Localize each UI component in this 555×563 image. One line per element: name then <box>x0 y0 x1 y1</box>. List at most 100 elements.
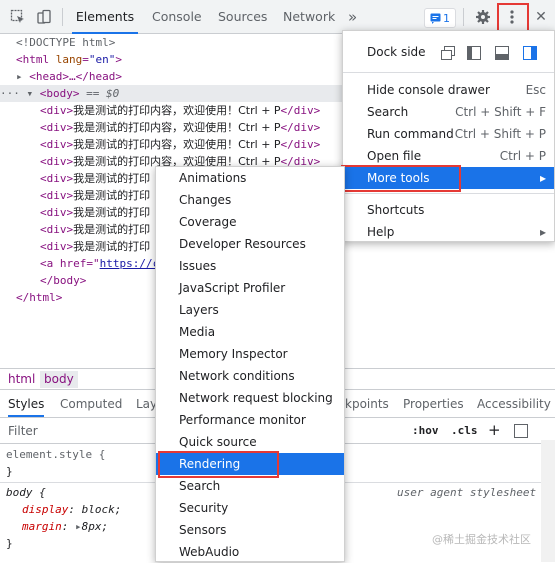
tool-issues[interactable]: Issues <box>156 255 344 277</box>
issues-count: 1 <box>443 11 450 25</box>
more-tabs-button[interactable]: » <box>348 0 357 34</box>
tool-developer-resources[interactable]: Developer Resources <box>156 233 344 255</box>
message-icon <box>430 13 441 24</box>
tab-network[interactable]: Network <box>283 0 335 34</box>
toggle-sidebar-icon[interactable] <box>514 424 528 438</box>
tool-label: Network request blocking <box>179 391 333 405</box>
tool-security[interactable]: Security <box>156 497 344 519</box>
body-close-line[interactable]: </body> <box>40 272 86 289</box>
html-close-tag: </html> <box>16 291 63 304</box>
inspect-element-icon[interactable] <box>9 8 27 26</box>
tool-animations[interactable]: Animations <box>156 167 344 189</box>
tab-properties[interactable]: Properties <box>403 392 464 417</box>
tool-webaudio[interactable]: WebAudio <box>156 541 344 561</box>
gear-icon[interactable] <box>474 8 492 26</box>
menu-item-run-command[interactable]: Run command Ctrl + Shift + P <box>343 123 554 145</box>
css-declaration[interactable]: display: block; <box>22 501 121 518</box>
html-close-line[interactable]: </html> <box>16 289 62 306</box>
filter-input[interactable]: Filter <box>8 424 38 438</box>
div-text: 我是测试的打印 <box>73 189 151 202</box>
div-line[interactable]: <div>我是测试的打印内容，欢迎使用！Ctrl + P</div> <box>40 136 320 153</box>
anchor-line[interactable]: <a href="https://c <box>40 255 159 272</box>
head-line[interactable]: ▸ <head>…</head> <box>16 68 122 85</box>
menu-item-label: Open file <box>367 149 422 163</box>
div-line[interactable]: <div>我是测试的打印 <box>40 170 150 187</box>
body-selector[interactable]: body { <box>6 484 46 501</box>
tab-styles[interactable]: Styles <box>8 392 45 417</box>
tool-network-conditions[interactable]: Network conditions <box>156 365 344 387</box>
tab-sources[interactable]: Sources <box>218 0 267 34</box>
tool-layers[interactable]: Layers <box>156 299 344 321</box>
customize-devtools-menu: Dock side Hide console drawer Esc Search C… <box>342 30 555 242</box>
tool-performance-monitor[interactable]: Performance monitor <box>156 409 344 431</box>
menu-item-shortcuts[interactable]: Shortcuts <box>343 199 554 221</box>
div-line[interactable]: <div>我是测试的打印内容，欢迎使用！Ctrl + P</div> <box>40 119 320 136</box>
tool-network-request-blocking[interactable]: Network request blocking <box>156 387 344 409</box>
tool-quick-source[interactable]: Quick source <box>156 431 344 453</box>
tab-elements[interactable]: Elements <box>72 0 138 34</box>
tab-layout[interactable]: Lay <box>136 392 157 417</box>
close-icon[interactable]: ✕ <box>532 8 550 26</box>
issues-badge[interactable]: 1 <box>424 8 456 28</box>
devtools-toolbar: Elements Console Sources Network » 1 ✕ <box>0 0 555 34</box>
element-style-selector[interactable]: element.style { <box>6 446 105 463</box>
device-toolbar-icon[interactable] <box>35 8 53 26</box>
new-rule-button[interactable]: + <box>488 421 501 439</box>
dock-left-icon[interactable] <box>467 45 481 60</box>
css-value: 8px; <box>81 520 109 533</box>
user-agent-stylesheet-label: user agent stylesheet <box>397 486 537 499</box>
menu-item-label: Hide console drawer <box>367 83 490 97</box>
menu-item-hide-console[interactable]: Hide console drawer Esc <box>343 79 554 101</box>
tool-label: Quick source <box>179 435 257 449</box>
tool-javascript-profiler[interactable]: JavaScript Profiler <box>156 277 344 299</box>
tab-accessibility[interactable]: Accessibility <box>477 392 551 417</box>
menu-item-open-file[interactable]: Open file Ctrl + P <box>343 145 554 167</box>
menu-item-search[interactable]: Search Ctrl + Shift + F <box>343 101 554 123</box>
breadcrumb-html[interactable]: html <box>4 371 39 388</box>
menu-divider <box>343 193 554 194</box>
expand-triangle-icon[interactable]: ▸ <box>75 520 82 533</box>
doctype-line[interactable]: <!DOCTYPE html> <box>16 34 115 51</box>
tool-label: Coverage <box>179 215 237 229</box>
chevron-right-icon: ▸ <box>539 171 546 185</box>
tab-console[interactable]: Console <box>152 0 202 34</box>
css-property: display <box>22 503 69 516</box>
tool-sensors[interactable]: Sensors <box>156 519 344 541</box>
anchor-href[interactable]: https://c <box>100 257 160 270</box>
div-text: 我是测试的打印 <box>73 223 151 236</box>
hov-toggle[interactable]: :hov <box>412 424 439 437</box>
div-line[interactable]: <div>我是测试的打印 <box>40 221 150 238</box>
menu-item-label: Search <box>367 105 409 119</box>
menu-item-help[interactable]: Help ▸ <box>343 221 554 243</box>
div-line[interactable]: <div>我是测试的打印 <box>40 238 150 255</box>
tab-computed[interactable]: Computed <box>60 392 122 417</box>
tool-media[interactable]: Media <box>156 321 344 343</box>
html-open-line[interactable]: <html lang="en"> <box>16 51 122 68</box>
div-line[interactable]: <div>我是测试的打印 <box>40 187 150 204</box>
div-line[interactable]: <div>我是测试的打印 <box>40 204 150 221</box>
tool-coverage[interactable]: Coverage <box>156 211 344 233</box>
tool-label: Performance monitor <box>179 413 306 427</box>
scrollbar[interactable] <box>541 440 555 562</box>
dock-right-icon[interactable] <box>523 45 537 60</box>
more-tools-submenu: Animations Changes Coverage Developer Re… <box>155 166 345 562</box>
div-line[interactable]: <div>我是测试的打印内容，欢迎使用！Ctrl + P</div> <box>40 102 320 119</box>
toolbar-separator <box>463 8 464 26</box>
tab-dom-breakpoints[interactable]: kpoints <box>345 392 389 417</box>
tool-label: WebAudio <box>179 545 240 559</box>
tool-memory-inspector[interactable]: Memory Inspector <box>156 343 344 365</box>
tool-label: Issues <box>179 259 217 273</box>
rule-close: } <box>6 465 13 478</box>
tool-search[interactable]: Search <box>156 475 344 497</box>
div-text: 我是测试的打印 <box>73 172 151 185</box>
anchor-open: <a href=" <box>40 257 100 270</box>
tool-changes[interactable]: Changes <box>156 189 344 211</box>
tool-label: Search <box>179 479 221 493</box>
cls-toggle[interactable]: .cls <box>451 424 478 437</box>
undock-icon[interactable] <box>441 45 455 60</box>
head-collapsed: <head>…</head> <box>29 70 122 83</box>
dock-bottom-icon[interactable] <box>495 45 509 60</box>
div-close: </div> <box>280 121 321 134</box>
css-declaration[interactable]: margin: ▸8px; <box>22 518 108 535</box>
breadcrumb-body[interactable]: body <box>40 371 78 388</box>
